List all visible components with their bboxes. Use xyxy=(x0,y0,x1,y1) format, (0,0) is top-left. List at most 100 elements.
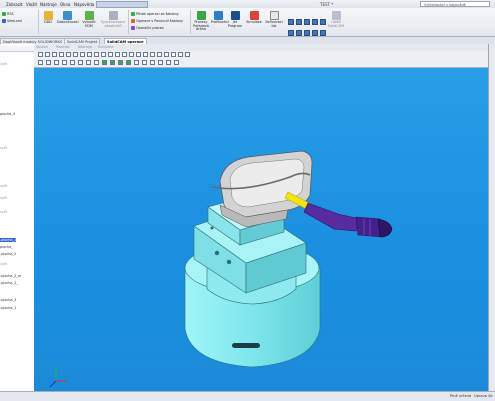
tree-item[interactable]: zpět xyxy=(0,62,7,66)
view-tool-icon[interactable] xyxy=(143,52,148,57)
view-tool-icon[interactable] xyxy=(38,52,43,57)
menu-vlozit[interactable]: Vložit xyxy=(26,2,37,7)
vertical-scrollbar[interactable] xyxy=(488,44,495,391)
cutting-tool xyxy=(284,191,393,238)
menu-okna[interactable]: Okna xyxy=(60,2,70,7)
tree-item[interactable]: zpět xyxy=(0,262,7,266)
display-mode-icon[interactable] xyxy=(46,60,51,65)
view-tool-icon[interactable] xyxy=(80,52,85,57)
vmenu-modrost[interactable]: Modrost xyxy=(56,45,70,49)
view-tool-icon[interactable] xyxy=(136,52,141,57)
display-mode-icon[interactable] xyxy=(78,60,83,65)
view-tool-icon[interactable] xyxy=(157,52,162,57)
display-mode-icon[interactable] xyxy=(94,60,99,65)
display-mode-icon[interactable] xyxy=(54,60,59,65)
operation-process[interactable]: Operační proces xyxy=(131,26,164,30)
add-operation-template[interactable]: Přidat operaci ze šablony xyxy=(131,12,179,16)
display-mode-icon[interactable] xyxy=(38,60,43,65)
jet-program-button[interactable]: Jet Program xyxy=(227,11,243,28)
vmenu-nastroje[interactable]: Nástroje xyxy=(78,45,92,49)
ribbon: RSS View.xml DDD Dokončovací Vytvořit ED… xyxy=(0,8,495,37)
display-mode-icon[interactable] xyxy=(134,60,139,65)
view-icon[interactable] xyxy=(304,19,310,25)
view-tool-icon[interactable] xyxy=(52,52,57,57)
profiling-button[interactable]: Profilování xyxy=(211,11,229,25)
create-edm-button[interactable]: Vytvořit EDM xyxy=(80,11,98,28)
view-icon[interactable] xyxy=(296,19,302,25)
process-path-button[interactable]: Procesy Pořadová dráha xyxy=(192,11,210,32)
tree-item[interactable]: -plocha_1 xyxy=(0,238,17,242)
display-mode-icon[interactable] xyxy=(102,60,107,65)
view-tool-icon[interactable] xyxy=(94,52,99,57)
view-icon[interactable] xyxy=(312,30,318,36)
finishing-icon xyxy=(62,11,72,20)
view-tool-icon[interactable] xyxy=(115,52,120,57)
tree-item[interactable]: -plocha_3 xyxy=(0,298,16,302)
ddd-button[interactable]: DDD xyxy=(41,11,55,25)
tree-item[interactable]: zpět xyxy=(0,196,7,200)
view-tool-icon[interactable] xyxy=(185,52,190,57)
display-mode-icon[interactable] xyxy=(70,60,75,65)
display-mode-icon[interactable] xyxy=(166,60,171,65)
view-tool-icon[interactable] xyxy=(73,52,78,57)
tree-item[interactable]: -plocha_1 xyxy=(0,306,16,310)
tree-item[interactable]: plocha_4 xyxy=(0,112,15,116)
help-search-input[interactable]: Vyhledávání v nápovědě xyxy=(420,1,490,7)
view-icon[interactable] xyxy=(288,30,294,36)
menu-nastroje[interactable]: Nástroje xyxy=(40,2,57,7)
display-mode-icon[interactable] xyxy=(118,60,123,65)
vmenu-simulace[interactable]: Simulace xyxy=(98,45,114,49)
vmenu-soubor[interactable]: Soubor xyxy=(36,45,48,49)
process-icon xyxy=(131,26,135,30)
tree-item[interactable]: zpět xyxy=(0,210,7,214)
view-tool-icon[interactable] xyxy=(87,52,92,57)
sync-button[interactable]: Synchronizace zásobníků xyxy=(100,11,126,28)
view-tool-icon[interactable] xyxy=(66,52,71,57)
display-mode-icon[interactable] xyxy=(110,60,115,65)
view-tool-icon[interactable] xyxy=(101,52,106,57)
display-mode-icon[interactable] xyxy=(174,60,179,65)
profile-icon xyxy=(213,11,223,20)
view-icon[interactable] xyxy=(296,30,302,36)
tree-item[interactable]: plocha_ xyxy=(0,245,13,249)
finishing-button[interactable]: Dokončovací xyxy=(57,11,79,25)
tree-item[interactable]: zpět xyxy=(0,184,7,188)
display-mode-icon[interactable] xyxy=(150,60,155,65)
menu-zobrazit[interactable]: Zobrazit xyxy=(6,2,23,7)
ribbon-viewxml[interactable]: View.xml xyxy=(2,19,22,23)
tree-item[interactable]: zpět xyxy=(0,146,7,150)
setup-sheet-button[interactable]: Seřizovací list xyxy=(264,11,284,28)
simulation-button[interactable]: Simulace xyxy=(246,11,262,25)
menu-napoveda[interactable]: Nápověda xyxy=(74,2,94,7)
separator xyxy=(128,10,129,34)
tree-item[interactable]: -plocha_2_ xyxy=(0,281,18,285)
view-tool-icon[interactable] xyxy=(108,52,113,57)
shift-icon xyxy=(131,19,135,23)
view-tool-icon[interactable] xyxy=(122,52,127,57)
display-mode-icon[interactable] xyxy=(126,60,131,65)
view-icon[interactable] xyxy=(320,30,326,36)
display-mode-icon[interactable] xyxy=(62,60,67,65)
tree-item[interactable]: -plocha_2 xyxy=(0,252,16,256)
display-mode-icon[interactable] xyxy=(86,60,91,65)
view-tool-icon[interactable] xyxy=(59,52,64,57)
graphics-viewport[interactable]: Soubor Modrost Nástroje Simulace xyxy=(34,44,495,391)
save-solidcam-button[interactable]: Uložit SolidCAM xyxy=(326,11,346,28)
view-tool-icon[interactable] xyxy=(45,52,50,57)
view-tool-icon[interactable] xyxy=(129,52,134,57)
view-icon[interactable] xyxy=(288,19,294,25)
view-tool-icon[interactable] xyxy=(171,52,176,57)
ribbon-rss[interactable]: RSS xyxy=(2,12,14,16)
quick-access-toolbar[interactable] xyxy=(96,1,148,8)
view-tool-icon[interactable] xyxy=(178,52,183,57)
tree-item[interactable]: -plocha_2_m xyxy=(0,274,21,278)
display-mode-icon[interactable] xyxy=(158,60,163,65)
view-tool-icon[interactable] xyxy=(150,52,155,57)
operation-shift-template[interactable]: Operace s Posunutí šablony xyxy=(131,19,183,23)
view-orientation-grid[interactable] xyxy=(288,19,326,39)
view-tool-icon[interactable] xyxy=(164,52,169,57)
view-icon[interactable] xyxy=(312,19,318,25)
view-icon[interactable] xyxy=(304,30,310,36)
display-mode-icon[interactable] xyxy=(142,60,147,65)
save-icon xyxy=(331,11,341,20)
